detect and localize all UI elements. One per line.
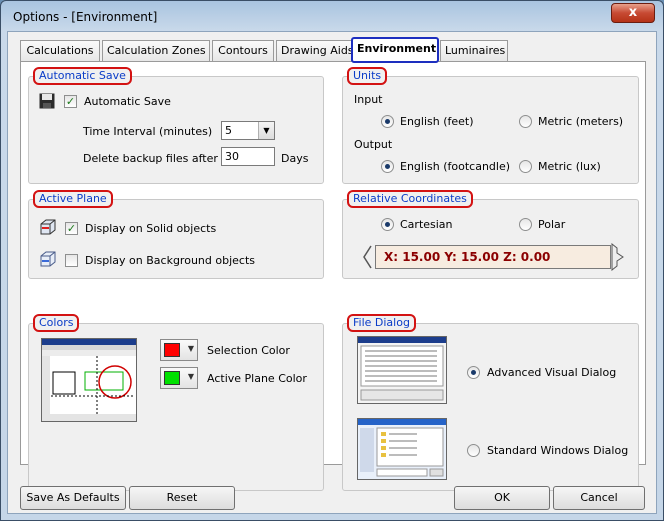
cancel-button[interactable]: Cancel [553,486,645,510]
title-bar[interactable]: Options - [Environment] x [1,1,663,31]
reset-button[interactable]: Reset [129,486,235,510]
tab-contours[interactable]: Contours [212,40,274,62]
solid-object-icon [40,219,56,235]
tab-drawing-aids[interactable]: Drawing Aids [276,40,354,62]
output-metric-label: Metric (lux) [538,160,601,173]
relative-coordinates-group: Relative Coordinates Cartesian Polar X: … [342,190,639,279]
polar-label: Polar [538,218,566,231]
units-group: Units Input English (feet) Metric (meter… [342,67,639,184]
environment-panel: Automatic Save ✓ Automatic Save Time Int… [20,61,646,491]
close-icon: x [628,5,638,20]
advanced-dialog-preview-image [357,336,447,404]
output-label: Output [354,138,393,151]
tab-calculations[interactable]: Calculations [20,40,100,62]
active-plane-color-label: Active Plane Color [207,372,307,385]
input-metric-label: Metric (meters) [538,115,624,128]
colors-group: Colors ▼ Selection Color ▼ Active Plane … [28,314,324,491]
automatic-save-label: Automatic Save [84,95,171,108]
standard-dialog-preview-image [357,418,447,480]
input-english-label: English (feet) [400,115,474,128]
active-plane-color-button[interactable]: ▼ [160,367,198,389]
automatic-save-checkbox[interactable]: ✓ [64,95,77,108]
colors-preview-image [41,338,137,422]
file-dialog-group: File Dialog Advanced Visual Dialog Stand… [342,314,639,491]
advanced-dialog-label: Advanced Visual Dialog [487,366,617,379]
ruler-left-icon [363,245,372,269]
selection-color-label: Selection Color [207,344,290,357]
display-solid-checkbox[interactable]: ✓ [65,222,78,235]
input-label: Input [354,93,383,106]
coordinate-readout: X: 15.00 Y: 15.00 Z: 0.00 [375,245,611,269]
time-interval-value: 5 [225,124,232,137]
input-english-radio[interactable] [381,115,394,128]
window-title: Options - [Environment] [13,10,158,24]
chevron-down-icon: ▼ [187,344,194,353]
advanced-dialog-radio[interactable] [467,366,480,379]
cartesian-label: Cartesian [400,218,453,231]
days-unit-label: Days [281,152,309,165]
display-background-checkbox[interactable] [65,254,78,267]
background-object-icon [40,251,56,267]
ok-button[interactable]: OK [454,486,550,510]
tab-luminaires[interactable]: Luminaires [440,40,508,62]
display-solid-label: Display on Solid objects [85,222,217,235]
units-legend: Units [347,67,388,85]
output-english-label: English (footcandle) [400,160,511,173]
display-background-label: Display on Background objects [85,254,255,267]
selection-color-button[interactable]: ▼ [160,339,198,361]
standard-dialog-radio[interactable] [467,444,480,457]
automatic-save-legend: Automatic Save [33,67,132,85]
delete-backup-days-input[interactable]: 30 [221,147,275,166]
dialog-client-area: Calculations Calculation Zones Contours … [7,31,657,514]
file-dialog-legend: File Dialog [347,314,416,332]
output-english-radio[interactable] [381,160,394,173]
active-plane-group: Active Plane ✓ Display on Solid objects … [28,190,324,279]
floppy-disk-icon [39,93,55,109]
close-button[interactable]: x [611,3,655,23]
ruler-right-icon [611,243,624,271]
relative-coordinates-legend: Relative Coordinates [347,190,473,208]
tab-environment[interactable]: Environment [351,37,439,63]
chevron-down-icon[interactable]: ▼ [258,122,274,139]
active-plane-color-swatch [164,371,180,385]
cartesian-radio[interactable] [381,218,394,231]
options-window: Options - [Environment] x Calculations C… [0,0,664,521]
chevron-down-icon: ▼ [187,372,194,381]
input-metric-radio[interactable] [519,115,532,128]
time-interval-label: Time Interval (minutes) [83,125,213,138]
delete-backup-label: Delete backup files after [83,152,218,165]
tab-calculation-zones[interactable]: Calculation Zones [102,40,210,62]
colors-legend: Colors [33,314,80,332]
save-as-defaults-button[interactable]: Save As Defaults [20,486,126,510]
output-metric-radio[interactable] [519,160,532,173]
polar-radio[interactable] [519,218,532,231]
automatic-save-group: Automatic Save ✓ Automatic Save Time Int… [28,67,324,184]
active-plane-legend: Active Plane [33,190,113,208]
selection-color-swatch [164,343,180,357]
time-interval-select[interactable]: 5 ▼ [221,121,275,140]
standard-dialog-label: Standard Windows Dialog [487,444,629,457]
